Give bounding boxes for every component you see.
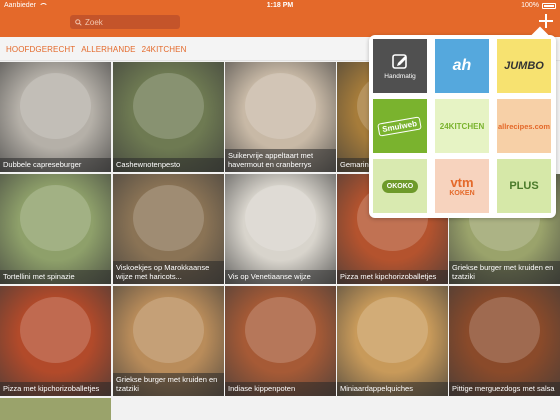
battery-percent: 100%: [521, 2, 539, 9]
recipe-title: Cashewnotenpesto: [113, 158, 224, 172]
battery-icon: [542, 2, 556, 9]
recipe-image: [244, 297, 316, 363]
recipe-tile-partial[interactable]: [0, 398, 111, 420]
plus-icon: [539, 14, 553, 28]
status-time: 1:18 PM: [266, 2, 294, 9]
recipe-tile[interactable]: Suikervrije appeltaart met havermout en …: [225, 62, 336, 172]
source-okoko[interactable]: OKOKO: [373, 159, 427, 213]
source-logo: PLUS: [509, 180, 539, 192]
recipe-image: [132, 297, 204, 363]
source-logo: allrecipes.com: [497, 121, 551, 131]
recipe-tile[interactable]: Cashewnotenpesto: [113, 62, 224, 172]
recipe-tile[interactable]: Pittige merguezdogs met salsa: [449, 286, 560, 396]
recipe-title: Griekse burger met kruiden en tzatziki: [113, 373, 224, 396]
source-popover: Handmatig ah JUMBO Smulweb 24KITCHEN allrecip…: [369, 26, 556, 218]
source-logo: vtm: [450, 175, 474, 190]
recipe-image: [468, 297, 540, 363]
recipe-image: [132, 73, 204, 139]
source-24plus[interactable]: PLUS: [497, 159, 551, 213]
source-logo-sub: KOKEN: [449, 190, 475, 197]
edit-icon: [392, 53, 407, 69]
recipe-image: [244, 73, 316, 139]
search-input[interactable]: [85, 17, 175, 27]
recipe-image: [244, 185, 316, 251]
recipe-image: [19, 297, 91, 363]
recipe-title: Dubbele capreseburger: [0, 158, 111, 172]
recipe-title: Pittige merguezdogs met salsa: [449, 382, 560, 396]
tab-hoofdgerecht[interactable]: HOOFDGERECHT: [6, 45, 75, 54]
recipe-title: Pizza met kipchorizoballetjes: [0, 382, 111, 396]
search-field[interactable]: [70, 15, 180, 29]
recipe-tile[interactable]: Dubbele capreseburger: [0, 62, 111, 172]
recipe-tile[interactable]: Vis op Venetiaanse wijze: [225, 174, 336, 284]
recipe-tile[interactable]: Viskoekjes op Marokkaanse wijze met hari…: [113, 174, 224, 284]
source-logo: 24KITCHEN: [439, 121, 485, 131]
recipe-image: [356, 297, 428, 363]
recipe-title: Viskoekjes op Marokkaanse wijze met hari…: [113, 261, 224, 284]
source-allrecipes[interactable]: allrecipes.com: [497, 99, 551, 153]
source-logo: JUMBO: [504, 60, 544, 72]
recipe-tile[interactable]: Indiase kippenpoten: [225, 286, 336, 396]
recipe-title: Vis op Venetiaanse wijze: [225, 270, 336, 284]
search-icon: [75, 18, 82, 26]
tab-24kitchen[interactable]: 24KITCHEN: [142, 45, 187, 54]
recipe-image: [19, 185, 91, 251]
source-ah[interactable]: ah: [435, 39, 489, 93]
recipe-tile[interactable]: Griekse burger met kruiden en tzatziki: [113, 286, 224, 396]
source-label: Handmatig: [384, 72, 416, 80]
recipe-title: Suikervrije appeltaart met havermout en …: [225, 149, 336, 172]
recipe-tile[interactable]: Miniaardappelquiches: [337, 286, 448, 396]
recipe-tile[interactable]: Pizza met kipchorizoballetjes: [0, 286, 111, 396]
recipe-title: Tortellini met spinazie: [0, 270, 111, 284]
source-handmatig[interactable]: Handmatig: [373, 39, 427, 93]
source-24kitchen[interactable]: 24KITCHEN: [435, 99, 489, 153]
source-jumbo[interactable]: JUMBO: [497, 39, 551, 93]
source-logo: ah: [452, 57, 472, 74]
recipe-title: Indiase kippenpoten: [225, 382, 336, 396]
tab-allerhande[interactable]: ALLERHANDE: [81, 45, 135, 54]
status-bar: Aanbieder 1:18 PM 100%: [0, 0, 560, 12]
recipe-title: Miniaardappelquiches: [337, 382, 448, 396]
source-logo: OKOKO: [381, 179, 419, 193]
recipe-tile[interactable]: Tortellini met spinazie: [0, 174, 111, 284]
recipe-image: [132, 185, 204, 251]
source-vtm-koken[interactable]: vtm KOKEN: [435, 159, 489, 213]
source-smulweb[interactable]: Smulweb: [373, 99, 427, 153]
recipe-image: [19, 73, 91, 139]
recipe-title: Griekse burger met kruiden en tzatziki: [449, 261, 560, 284]
recipe-title: Pizza met kipchorizoballetjes: [337, 270, 448, 284]
source-logo: Smulweb: [377, 115, 423, 137]
